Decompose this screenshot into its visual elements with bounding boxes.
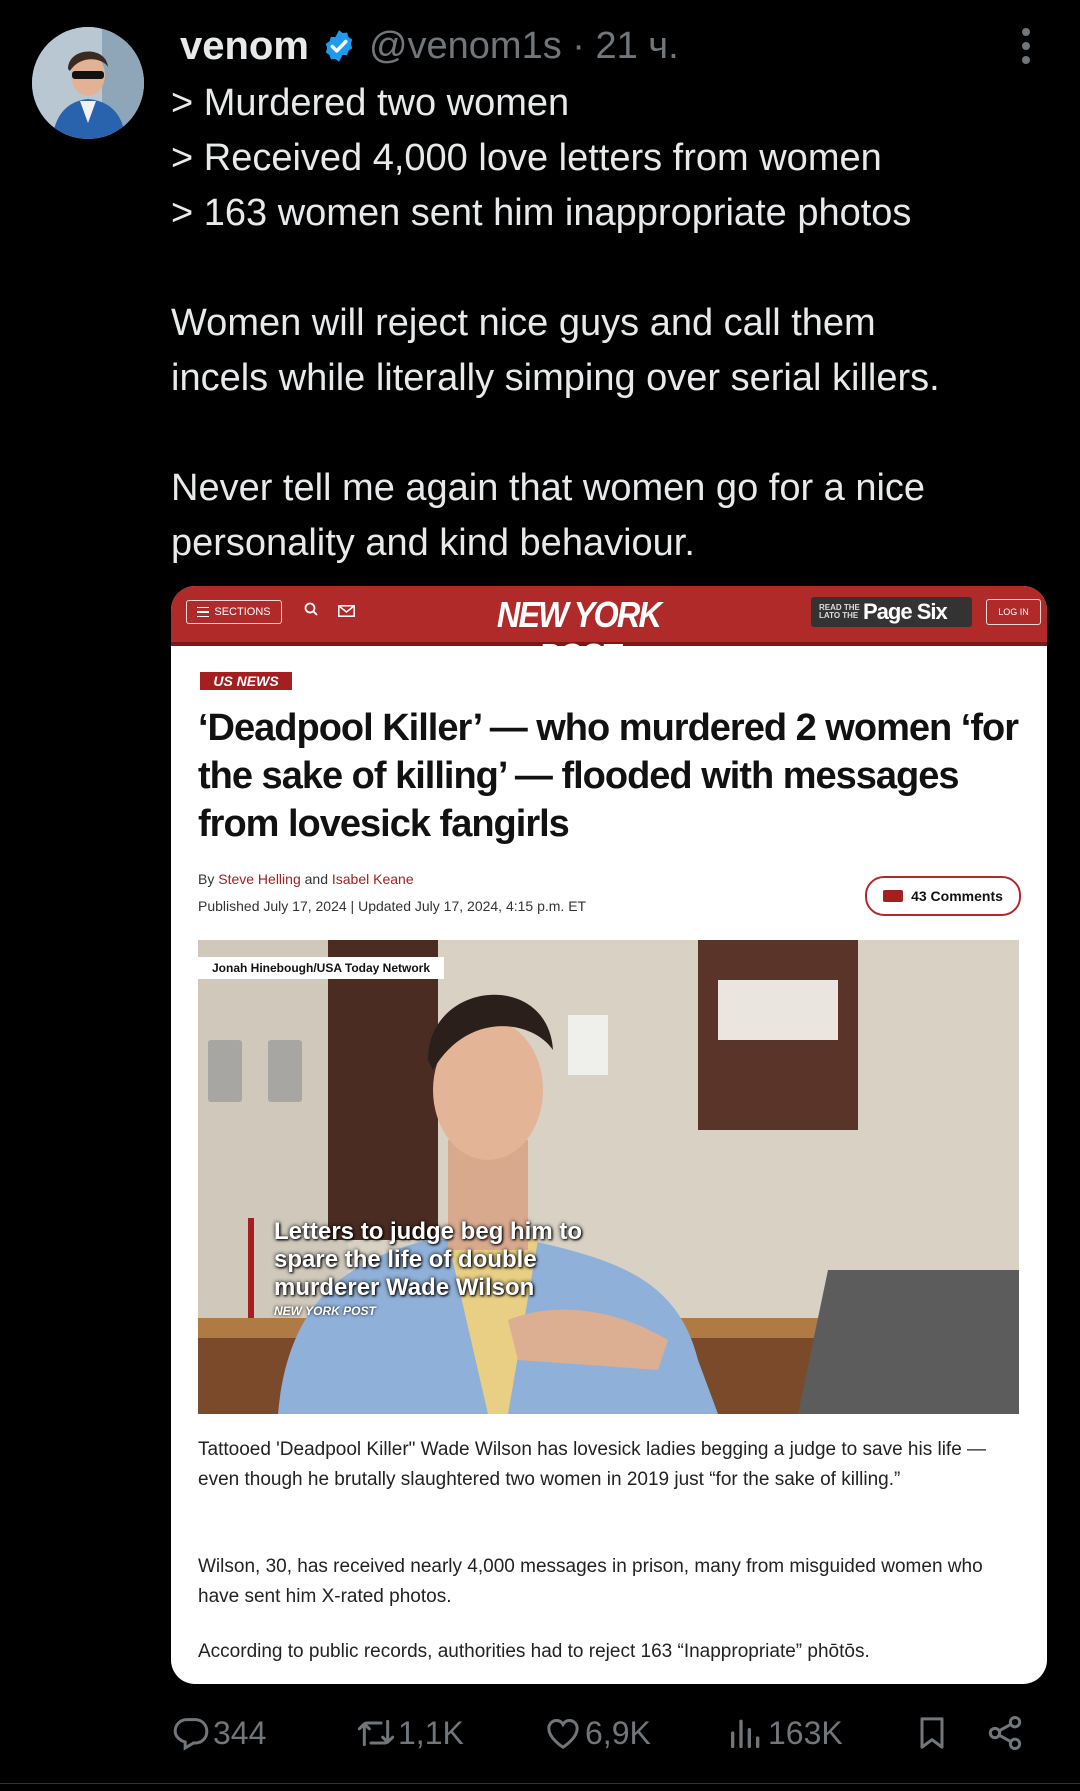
bookmark-icon bbox=[920, 1717, 944, 1749]
reply-count: 344 bbox=[213, 1714, 267, 1751]
byline-and: and bbox=[300, 871, 332, 887]
tweet-line: personality and kind behaviour. bbox=[171, 522, 695, 564]
tweet-line: incels while literally simping over seri… bbox=[171, 357, 940, 399]
views-bar-chart-icon bbox=[731, 1719, 760, 1748]
nyp-navbar: SECTIONS NEW YORK POST READ THE LATO THE… bbox=[171, 586, 1047, 677]
nyp-logo: NEW YORK POST bbox=[496, 594, 662, 677]
photo-credit: Jonah Hinebough/USA Today Network bbox=[198, 957, 445, 979]
reply-button[interactable]: 344 bbox=[171, 1708, 266, 1758]
more-options-icon[interactable] bbox=[1010, 28, 1042, 68]
divider bbox=[0, 1783, 1080, 1784]
page-six-logo: Page Six bbox=[863, 599, 948, 624]
page-six-promo: READ THE LATO THE Page Six bbox=[811, 597, 972, 627]
sections-label: SECTIONS bbox=[214, 606, 271, 618]
heart-icon bbox=[547, 1718, 579, 1749]
repost-count: 1,1K bbox=[398, 1714, 464, 1751]
like-count: 6,9K bbox=[585, 1714, 651, 1751]
reply-icon bbox=[173, 1718, 209, 1751]
byline-prefix: By bbox=[198, 871, 219, 887]
tweet-line: > Murdered two women bbox=[171, 82, 570, 124]
verified-badge-icon bbox=[325, 30, 353, 62]
views-button[interactable]: 163K bbox=[726, 1708, 843, 1758]
author-link: Isabel Keane bbox=[331, 871, 414, 887]
article-paragraph: Wilson, 30, has received nearly 4,000 me… bbox=[198, 1556, 983, 1607]
page-six-small-text: READ THE LATO THE bbox=[819, 603, 860, 620]
share-icon bbox=[988, 1716, 1022, 1750]
login-button: LOG IN bbox=[986, 599, 1041, 625]
attached-image-article-screenshot[interactable]: SECTIONS NEW YORK POST READ THE LATO THE… bbox=[171, 586, 1047, 1684]
author-name[interactable]: venom bbox=[180, 24, 309, 69]
search-icon bbox=[304, 602, 318, 616]
author-avatar[interactable] bbox=[32, 27, 144, 139]
mail-icon bbox=[338, 605, 355, 617]
tweet-line: Never tell me again that women go for a … bbox=[171, 467, 926, 509]
login-label: LOG IN bbox=[998, 607, 1029, 617]
publish-date: Published July 17, 2024 | Updated July 1… bbox=[198, 898, 587, 914]
like-button[interactable]: 6,9K bbox=[543, 1708, 651, 1758]
tweet-actions: 344 1,1K 6,9K 163K bbox=[171, 1708, 1051, 1758]
comments-button: 43 Comments bbox=[865, 876, 1021, 916]
tweet-line: Women will reject nice guys and call the… bbox=[171, 302, 876, 344]
article-headline: ‘Deadpool Killer’ — who murdered 2 women… bbox=[198, 707, 1019, 845]
comment-bubble-icon bbox=[883, 890, 904, 902]
courtroom-photo bbox=[198, 940, 1019, 1414]
repost-icon bbox=[357, 1719, 395, 1747]
article-paragraph: According to public records, authorities… bbox=[198, 1641, 870, 1662]
tweet-text: > Murdered two women > Received 4,000 lo… bbox=[171, 76, 1051, 571]
tweet-line: > Received 4,000 love letters from women bbox=[171, 137, 882, 179]
article-photo: Jonah Hinebough/USA Today Network Letter… bbox=[198, 940, 1019, 1414]
sections-button: SECTIONS bbox=[186, 600, 282, 624]
article-paragraph: Tattooed 'Deadpool Killer" Wade Wilson h… bbox=[198, 1439, 987, 1490]
views-count: 163K bbox=[768, 1714, 843, 1751]
share-button[interactable] bbox=[985, 1708, 1025, 1758]
tweet-line: > 163 women sent him inappropriate photo… bbox=[171, 192, 912, 234]
comments-count: 43 Comments bbox=[911, 888, 1003, 904]
section-tag: US NEWS bbox=[200, 672, 292, 690]
bookmark-button[interactable] bbox=[912, 1708, 952, 1758]
author-link: Steve Helling bbox=[218, 871, 301, 887]
tweet-header: venom @venom1s · 21 ч. bbox=[180, 18, 679, 74]
repost-button[interactable]: 1,1K bbox=[356, 1708, 464, 1758]
photo-caption: Letters to judge beg him to spare the li… bbox=[248, 1218, 604, 1318]
byline: By Steve Helling and Isabel Keane bbox=[198, 871, 414, 887]
menu-icon bbox=[197, 607, 210, 617]
photo-caption-text: Letters to judge beg him to spare the li… bbox=[274, 1218, 583, 1301]
author-handle-time[interactable]: @venom1s · 21 ч. bbox=[369, 25, 679, 68]
photo-caption-source: NEW YORK POST bbox=[274, 1304, 376, 1318]
